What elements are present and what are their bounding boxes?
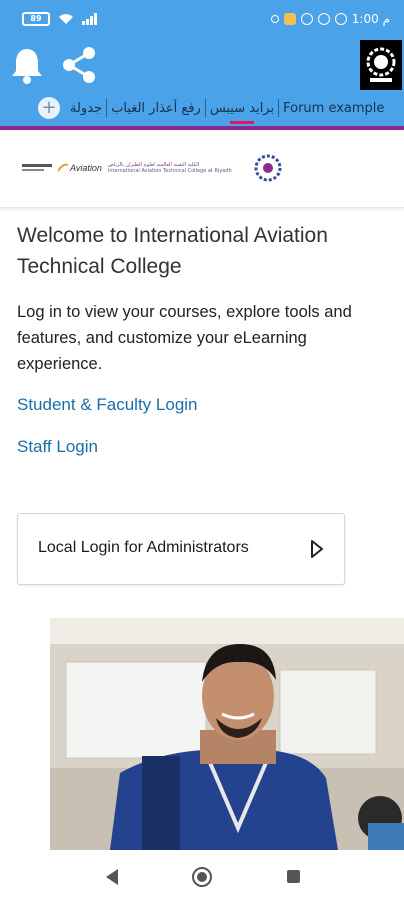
share-icon[interactable] <box>60 45 98 89</box>
tab-absence-excuses[interactable]: رفع أعذار الغياب <box>107 101 205 116</box>
add-tab-button[interactable]: + <box>38 97 60 119</box>
staff-login-link[interactable]: Staff Login <box>17 437 98 457</box>
chrome-icon <box>317 13 330 25</box>
bell-icon[interactable] <box>10 46 44 88</box>
student-faculty-login-link[interactable]: Student & Faculty Login <box>17 395 198 415</box>
tab-forum-example[interactable]: Forum example <box>279 101 388 116</box>
aviation-swoosh-icon <box>58 163 68 172</box>
student-photo <box>50 618 404 850</box>
tab-pride-cips[interactable]: برايد سيبس <box>206 101 278 124</box>
partner-logo-text: Aviation <box>70 163 102 173</box>
back-icon[interactable] <box>104 868 120 886</box>
college-name-block: الكلية التقنية العالمية لعلوم الطيران با… <box>108 162 248 174</box>
status-bar: 89 1:00 م <box>0 0 404 40</box>
recent-apps-icon[interactable] <box>287 870 300 883</box>
institution-logo-icon[interactable] <box>360 40 402 90</box>
battery-icon: 89 <box>22 12 50 26</box>
tab-strip: + جدولة رفع أعذار الغياب برايد سيبس Foru… <box>38 94 388 124</box>
signal-icon <box>82 13 97 25</box>
college-header: Aviation الكلية التقنية العالمية لعلوم ا… <box>0 130 404 208</box>
alarm-icon <box>334 13 347 25</box>
tab-schedule[interactable]: جدولة <box>66 101 106 116</box>
home-icon[interactable] <box>191 866 213 888</box>
local-login-label: Local Login for Administrators <box>38 539 249 556</box>
play-arrow-icon <box>311 540 323 558</box>
local-login-button[interactable]: Local Login for Administrators <box>17 513 345 585</box>
app-screen: 89 1:00 م + جدولة رفع أعذار الغياب برايد… <box>0 0 404 900</box>
notification-dot-icon <box>270 15 279 23</box>
whatsapp-icon <box>300 13 313 25</box>
page-title: Welcome to International Aviation Techni… <box>17 224 328 278</box>
app-notification-icon <box>283 13 296 25</box>
college-logos: Aviation الكلية التقنية العالمية لعلوم ا… <box>22 154 282 182</box>
intro-text: Log in to view your courses, explore too… <box>17 303 352 373</box>
system-nav-bar <box>0 852 404 900</box>
saudi-logo-icon <box>22 164 52 171</box>
clock-time: 1:00 م <box>351 12 390 26</box>
college-emblem-icon <box>254 154 282 182</box>
app-bar: + جدولة رفع أعذار الغياب برايد سيبس Foru… <box>0 40 404 126</box>
wifi-icon <box>59 14 73 24</box>
college-name-en: International Aviation Technical College… <box>107 168 232 174</box>
partner-logo: Aviation <box>58 163 102 173</box>
